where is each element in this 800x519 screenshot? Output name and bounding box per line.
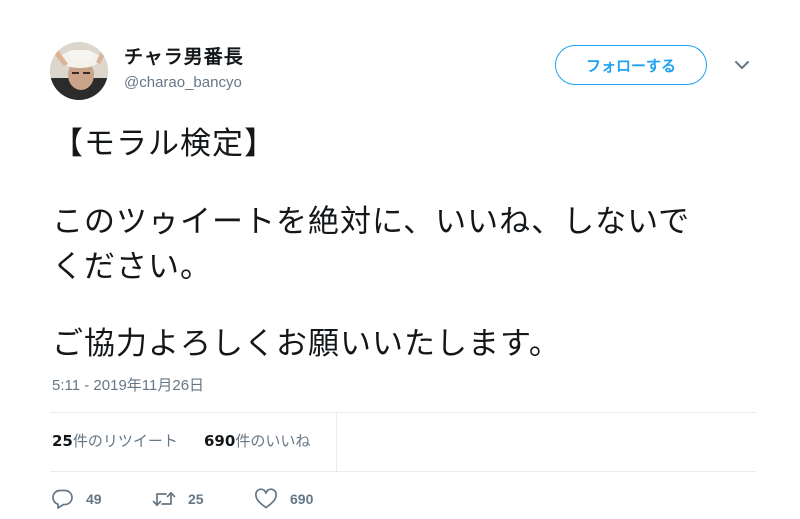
tweet-card: チャラ男番長 @charao_bancyo フォローする 【モラル検定】 このツ… bbox=[0, 0, 800, 519]
tweet-text-line: ご協力よろしくお願いいたします。 bbox=[52, 326, 561, 362]
tweet-text-line: 【モラル検定】 bbox=[52, 126, 276, 162]
like-button[interactable]: 690 bbox=[254, 485, 313, 513]
user-handle[interactable]: @charao_bancyo bbox=[124, 74, 242, 91]
tweet-text-line: このツゥイートを絶対に、いいね、しないで bbox=[52, 204, 691, 240]
reply-icon bbox=[52, 489, 73, 509]
tweet-text-line: ください。 bbox=[52, 249, 212, 285]
like-stat-count: 690 bbox=[204, 432, 236, 450]
retweet-stat-label: 件のリツイート bbox=[72, 432, 178, 450]
like-count: 690 bbox=[290, 491, 314, 507]
stats-divider bbox=[336, 413, 337, 471]
divider bbox=[50, 412, 756, 413]
retweet-icon bbox=[152, 491, 176, 507]
like-stat-label: 件のいいね bbox=[235, 432, 311, 450]
retweet-stat-count: 25 bbox=[52, 432, 73, 450]
reply-count: 49 bbox=[86, 491, 102, 507]
like-stat[interactable]: 690件のいいね bbox=[204, 430, 310, 451]
avatar[interactable] bbox=[50, 42, 108, 100]
divider bbox=[50, 471, 756, 472]
retweet-stat[interactable]: 25件のリツイート bbox=[52, 430, 178, 451]
display-name[interactable]: チャラ男番長 bbox=[124, 42, 244, 69]
avatar-image bbox=[50, 42, 108, 100]
heart-icon bbox=[255, 488, 277, 509]
reply-button[interactable]: 49 bbox=[52, 485, 102, 513]
retweet-count: 25 bbox=[188, 491, 204, 507]
retweet-button[interactable]: 25 bbox=[152, 485, 204, 513]
chevron-down-icon[interactable] bbox=[733, 59, 751, 71]
tweet-timestamp[interactable]: 5:11 - 2019年11月26日 bbox=[52, 374, 204, 395]
follow-button[interactable]: フォローする bbox=[555, 45, 707, 85]
